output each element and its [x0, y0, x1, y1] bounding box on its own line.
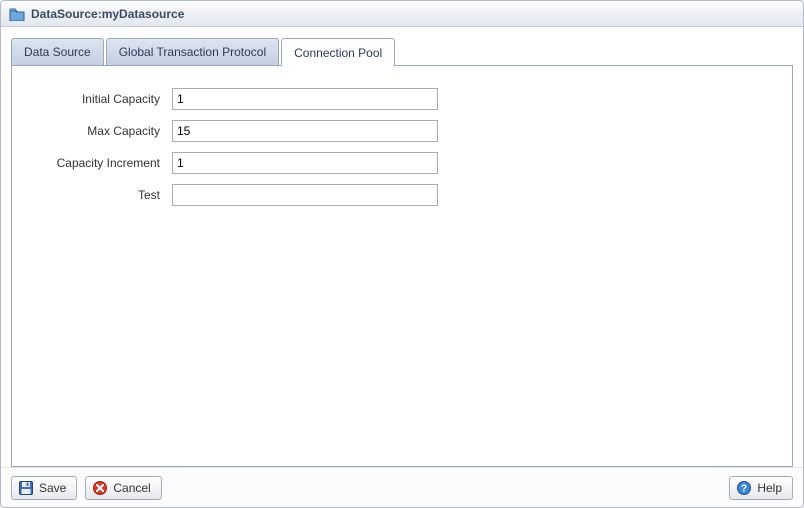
cancel-label: Cancel: [113, 481, 150, 495]
tab-label: Global Transaction Protocol: [119, 45, 266, 59]
svg-text:?: ?: [741, 483, 747, 494]
tab-connection-pool[interactable]: Connection Pool: [281, 38, 395, 66]
max-capacity-field[interactable]: [172, 120, 438, 142]
tabs-container: Data Source Global Transaction Protocol …: [11, 37, 793, 467]
window-title: DataSource:myDatasource: [31, 7, 184, 21]
tab-label: Connection Pool: [294, 46, 382, 60]
cancel-icon: [92, 480, 108, 496]
cancel-button[interactable]: Cancel: [85, 476, 161, 500]
tab-label: Data Source: [24, 45, 91, 59]
label-initial-capacity: Initial Capacity: [32, 92, 172, 106]
dialog-window: DataSource:myDatasource Data Source Glob…: [0, 0, 804, 508]
tab-global-transaction-protocol[interactable]: Global Transaction Protocol: [106, 38, 279, 65]
help-button[interactable]: ? Help: [729, 476, 793, 500]
help-label: Help: [757, 481, 782, 495]
footer-toolbar: Save Cancel ? Help: [1, 467, 803, 507]
body: Data Source Global Transaction Protocol …: [1, 27, 803, 467]
row-max-capacity: Max Capacity: [32, 120, 772, 142]
help-icon: ?: [736, 480, 752, 496]
tab-panel-connection-pool: Initial Capacity Max Capacity Capacity I…: [11, 65, 793, 467]
titlebar: DataSource:myDatasource: [1, 1, 803, 27]
save-button[interactable]: Save: [11, 476, 77, 500]
row-capacity-increment: Capacity Increment: [32, 152, 772, 174]
label-max-capacity: Max Capacity: [32, 124, 172, 138]
label-test: Test: [32, 188, 172, 202]
row-initial-capacity: Initial Capacity: [32, 88, 772, 110]
disk-icon: [18, 480, 34, 496]
row-test: Test: [32, 184, 772, 206]
label-capacity-increment: Capacity Increment: [32, 156, 172, 170]
folder-icon: [9, 7, 25, 21]
tabstrip: Data Source Global Transaction Protocol …: [11, 37, 793, 65]
save-label: Save: [39, 481, 66, 495]
capacity-increment-field[interactable]: [172, 152, 438, 174]
initial-capacity-field[interactable]: [172, 88, 438, 110]
test-field[interactable]: [172, 184, 438, 206]
tab-data-source[interactable]: Data Source: [11, 38, 104, 65]
